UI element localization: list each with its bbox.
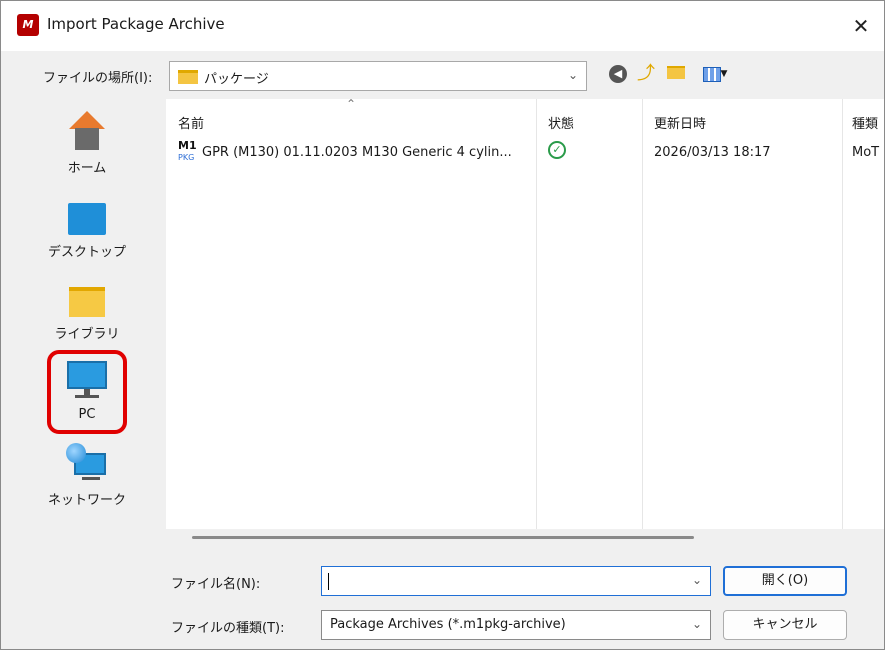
text-caret (328, 573, 329, 590)
m1-package-icon: M1 PKG (178, 139, 197, 162)
back-icon[interactable]: ◀ (607, 63, 629, 85)
library-folder-icon (69, 287, 105, 317)
file-list[interactable]: ⌃ 名前 状態 更新日時 種類 M1 PKG GPR (M130) 01.11.… (166, 97, 884, 545)
place-label: デスクトップ (47, 245, 126, 260)
place-desktop[interactable]: デスクトップ (17, 203, 157, 260)
cancel-button[interactable]: キャンセル (723, 610, 847, 640)
chevron-down-icon[interactable]: ⌄ (568, 68, 578, 82)
place-network[interactable]: ネットワーク (17, 443, 157, 508)
file-name-cell: GPR (M130) 01.11.0203 M130 Generic 4 cyl… (202, 145, 512, 160)
column-separator[interactable] (642, 99, 643, 529)
filetype-dropdown[interactable]: Package Archives (*.m1pkg-archive) ⌄ (321, 610, 711, 640)
sort-ascending-icon: ⌃ (346, 97, 357, 111)
import-dialog: M Import Package Archive ✕ ファイルの場所(I): パ… (0, 0, 885, 650)
pc-highlight-annotation (47, 350, 127, 434)
close-button[interactable]: ✕ (838, 1, 884, 51)
chevron-down-icon[interactable]: ⌄ (692, 617, 702, 631)
lookin-value: パッケージ (204, 72, 269, 87)
column-header-name[interactable]: 名前 (178, 113, 204, 132)
column-separator[interactable] (842, 99, 843, 529)
filetype-label: ファイルの種類(T): (171, 621, 285, 636)
column-header-modified[interactable]: 更新日時 (654, 113, 706, 132)
scrollbar-thumb[interactable] (192, 536, 694, 539)
place-library[interactable]: ライブラリ (17, 287, 157, 342)
modified-cell: 2026/03/13 18:17 (654, 145, 771, 160)
up-folder-icon[interactable]: ⤴ (635, 63, 657, 85)
filename-label: ファイル名(N): (171, 577, 261, 592)
view-menu-icon[interactable]: ▼ (697, 63, 733, 85)
folder-icon (178, 70, 198, 84)
filename-input[interactable]: ⌄ (321, 566, 711, 596)
place-home[interactable]: ホーム (17, 111, 157, 176)
type-cell: MoT (852, 145, 880, 160)
horizontal-scrollbar[interactable] (166, 529, 884, 545)
open-button[interactable]: 開く(O) (723, 566, 847, 596)
network-icon (66, 443, 108, 483)
place-label: ネットワーク (47, 493, 126, 508)
lookin-label: ファイルの場所(I): (43, 71, 153, 86)
title-bar: M Import Package Archive ✕ (1, 1, 884, 51)
check-circle-icon: ✓ (548, 141, 566, 159)
window-title: Import Package Archive (47, 15, 225, 33)
new-folder-icon[interactable] (665, 63, 687, 85)
column-header-type[interactable]: 種類 (852, 113, 878, 132)
column-header-status[interactable]: 状態 (548, 113, 574, 132)
place-label: ホーム (67, 161, 107, 176)
chevron-down-icon[interactable]: ⌄ (692, 573, 702, 587)
filetype-value: Package Archives (*.m1pkg-archive) (330, 617, 566, 632)
desktop-icon (68, 203, 106, 235)
home-icon (67, 111, 107, 151)
app-logo-icon: M (17, 14, 39, 36)
column-separator[interactable] (536, 99, 537, 529)
lookin-dropdown[interactable]: パッケージ ⌄ (169, 61, 587, 91)
place-label: ライブラリ (54, 327, 120, 342)
